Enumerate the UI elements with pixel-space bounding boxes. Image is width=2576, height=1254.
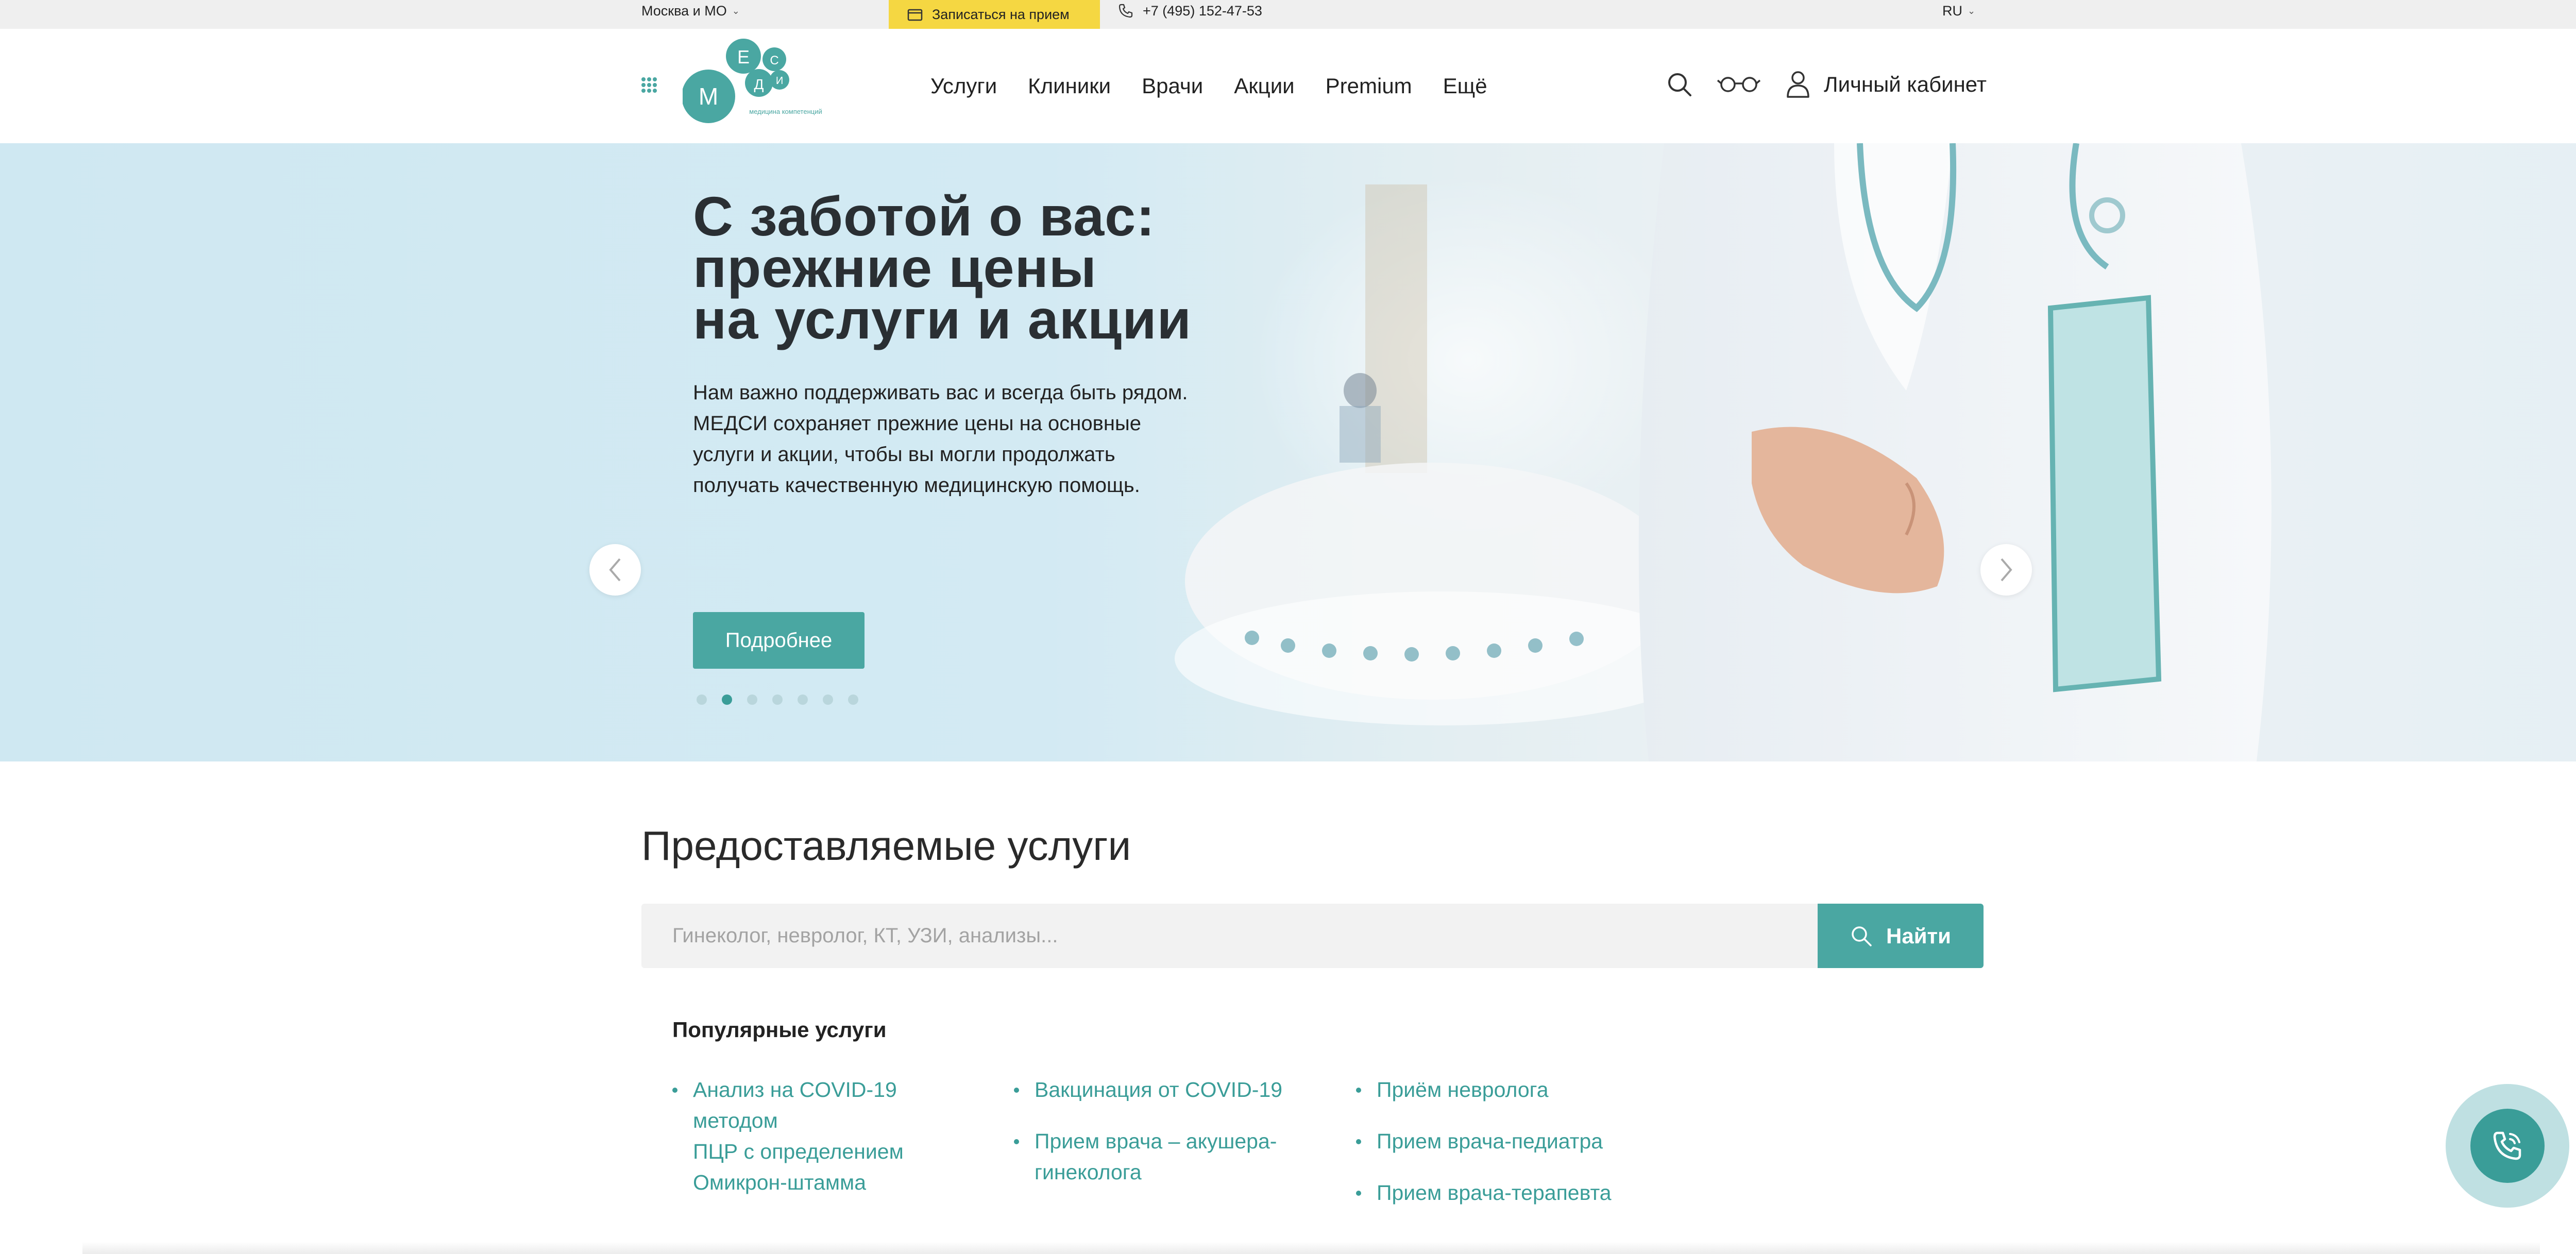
popular-service-line: Прием врача – акушера- bbox=[1035, 1129, 1277, 1153]
page-fold-shadow bbox=[82, 1242, 2540, 1254]
appointment-button[interactable]: Записаться на прием bbox=[889, 0, 1100, 29]
popular-services-column: Вакцинация от COVID-19 Прием врача – акуш… bbox=[1014, 1074, 1302, 1208]
hero-description: Нам важно поддерживать вас и всегда быть… bbox=[693, 377, 1218, 501]
nav-item-services[interactable]: Услуги bbox=[930, 74, 997, 98]
carousel-dot[interactable] bbox=[823, 694, 833, 705]
hero-text-line: услуги и акции, чтобы вы могли продолжат… bbox=[693, 443, 1115, 466]
popular-services-title: Популярные услуги bbox=[672, 1018, 887, 1042]
popular-service-link[interactable]: Приём невролога bbox=[1356, 1074, 1665, 1105]
nav-item-clinics[interactable]: Клиники bbox=[1028, 74, 1111, 98]
carousel-dot[interactable] bbox=[722, 694, 732, 705]
carousel-next-button[interactable] bbox=[1980, 544, 2032, 596]
glasses-icon[interactable] bbox=[1717, 73, 1761, 94]
phone-number: +7 (495) 152-47-53 bbox=[1143, 3, 1262, 19]
menu-grid-icon[interactable] bbox=[641, 77, 657, 93]
arrow-left-icon bbox=[609, 558, 621, 582]
popular-service-link[interactable]: Вакцинация от COVID-19 bbox=[1014, 1074, 1302, 1105]
popular-service-link[interactable]: Прием врача-терапевта bbox=[1356, 1177, 1665, 1208]
popular-service-line: Вакцинация от COVID-19 bbox=[1035, 1078, 1283, 1102]
nav-item-premium[interactable]: Premium bbox=[1326, 74, 1412, 98]
search-icon bbox=[1852, 926, 1872, 946]
service-search: Найти bbox=[641, 904, 1984, 968]
svg-text:Д: Д bbox=[754, 76, 764, 92]
search-icon[interactable] bbox=[1666, 71, 1693, 98]
carousel-dot[interactable] bbox=[772, 694, 783, 705]
chevron-down-icon: ⌄ bbox=[1968, 6, 1976, 16]
hero-title: С заботой о вас: прежние цены на услуги … bbox=[693, 185, 1311, 350]
carousel-dot[interactable] bbox=[798, 694, 808, 705]
svg-text:С: С bbox=[770, 54, 778, 67]
hero-text-line: Нам важно поддерживать вас и всегда быть… bbox=[693, 381, 1188, 404]
chevron-down-icon: ⌄ bbox=[732, 6, 740, 16]
popular-service-line: гинеколога bbox=[1035, 1160, 1142, 1184]
top-bar bbox=[0, 0, 2576, 29]
main-nav: Услуги Клиники Врачи Акции Premium Ещё bbox=[930, 74, 1518, 98]
nav-item-more[interactable]: Ещё bbox=[1443, 74, 1487, 98]
hero-title-line: С заботой о вас: bbox=[693, 185, 1156, 247]
nav-item-promotions[interactable]: Акции bbox=[1234, 74, 1294, 98]
popular-service-link[interactable]: Прием врача – акушера-гинеколога bbox=[1014, 1126, 1302, 1188]
nav-item-doctors[interactable]: Врачи bbox=[1142, 74, 1203, 98]
medsi-logo[interactable]: М Е Д С И медицина компетенций bbox=[683, 39, 827, 126]
svg-text:И: И bbox=[776, 75, 783, 87]
popular-services-column: Приём невролога Прием врача-педиатра Прием… bbox=[1356, 1074, 1665, 1229]
popular-service-link[interactable]: Прием врача-педиатра bbox=[1356, 1126, 1665, 1157]
appointment-label: Записаться на прием bbox=[932, 6, 1070, 22]
user-icon[interactable] bbox=[1786, 70, 1810, 98]
more-button[interactable]: Подробнее bbox=[693, 612, 865, 669]
phone-call-icon bbox=[2493, 1131, 2521, 1160]
personal-cabinet-link[interactable]: Личный кабинет bbox=[1824, 72, 1987, 97]
popular-service-link[interactable]: Анализ на COVID-19 методом ПЦР с определе… bbox=[672, 1074, 981, 1198]
find-button-label: Найти bbox=[1886, 923, 1951, 948]
popular-service-line: Прием врача-педиатра bbox=[1377, 1129, 1603, 1153]
hero-text-line: получать качественную медицинскую помощь… bbox=[693, 474, 1140, 497]
popular-service-line: Прием врача-терапевта bbox=[1377, 1181, 1612, 1205]
phone-icon bbox=[1118, 4, 1133, 18]
carousel-dot[interactable] bbox=[747, 694, 757, 705]
callback-button[interactable] bbox=[2470, 1109, 2545, 1183]
svg-text:М: М bbox=[699, 83, 718, 110]
service-search-input[interactable] bbox=[641, 904, 1818, 968]
popular-services-column: Анализ на COVID-19 методом ПЦР с определе… bbox=[672, 1074, 981, 1218]
calendar-icon bbox=[907, 9, 923, 21]
find-button[interactable]: Найти bbox=[1818, 904, 1984, 968]
language-selector[interactable]: RU ⌄ bbox=[1942, 3, 1975, 19]
region-selector[interactable]: Москва и МО ⌄ bbox=[641, 3, 740, 19]
carousel-dots bbox=[697, 694, 858, 705]
svg-text:медицина компетенций: медицина компетенций bbox=[749, 108, 822, 115]
phone-link[interactable]: +7 (495) 152-47-53 bbox=[1118, 3, 1262, 19]
language-label: RU bbox=[1942, 3, 1962, 19]
hero-title-line: прежние цены bbox=[693, 236, 1097, 299]
carousel-dot[interactable] bbox=[697, 694, 707, 705]
popular-service-line: Омикрон-штамма bbox=[693, 1171, 867, 1194]
hero-title-line: на услуги и акции bbox=[693, 288, 1192, 350]
svg-text:Е: Е bbox=[737, 46, 750, 67]
region-label: Москва и МО bbox=[641, 3, 727, 19]
carousel-prev-button[interactable] bbox=[589, 544, 641, 596]
popular-service-line: ПЦР с определением bbox=[693, 1140, 904, 1163]
arrow-right-icon bbox=[2001, 558, 2012, 582]
hero-text-line: МЕДСИ сохраняет прежние цены на основные bbox=[693, 412, 1141, 435]
services-title: Предоставляемые услуги bbox=[641, 823, 1131, 869]
popular-service-line: Приём невролога bbox=[1377, 1078, 1549, 1102]
popular-service-line: Анализ на COVID-19 методом bbox=[693, 1078, 897, 1132]
carousel-dot[interactable] bbox=[848, 694, 858, 705]
